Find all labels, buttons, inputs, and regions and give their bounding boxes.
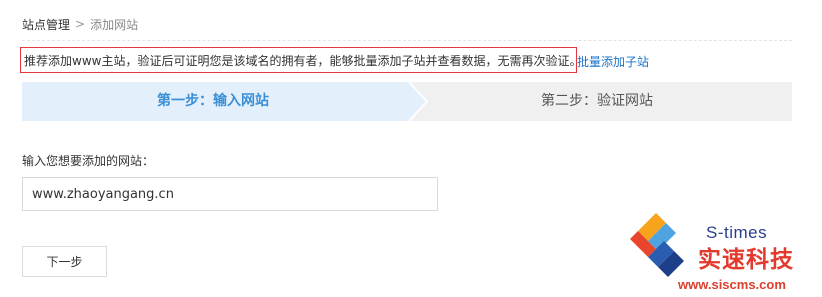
header-divider (22, 40, 792, 41)
step-arrows (22, 82, 792, 121)
site-field-label: 输入您想要添加的网站： (22, 154, 155, 168)
step-1-label: 第一步：输入网站 (157, 93, 269, 109)
breadcrumb-root[interactable]: 站点管理 (22, 16, 70, 33)
step-indicator: 第一步：输入网站 第二步：验证网站 (22, 82, 792, 121)
s-times-logo-icon (630, 213, 684, 277)
watermark-url: www.siscms.com (678, 277, 786, 292)
batch-add-subsites-link[interactable]: 批量添加子站 (577, 53, 649, 70)
breadcrumb-current: 添加网站 (90, 17, 139, 32)
breadcrumb: 站点管理 > 添加网站 (22, 14, 138, 34)
site-url-input[interactable] (22, 177, 438, 211)
next-step-button[interactable]: 下一步 (22, 246, 107, 277)
breadcrumb-separator: > (75, 17, 86, 31)
notice-text: 推荐添加www主站，验证后可证明您是该域名的拥有者，能够批量添加子站并查看数据，… (24, 53, 582, 68)
notice-box: 推荐添加www主站，验证后可证明您是该域名的拥有者，能够批量添加子站并查看数据，… (20, 47, 581, 73)
watermark: S-times 实速科技 www.siscms.com (618, 203, 822, 297)
watermark-cn-text: 实速科技 (698, 247, 794, 273)
step-2-label: 第二步：验证网站 (541, 93, 653, 109)
